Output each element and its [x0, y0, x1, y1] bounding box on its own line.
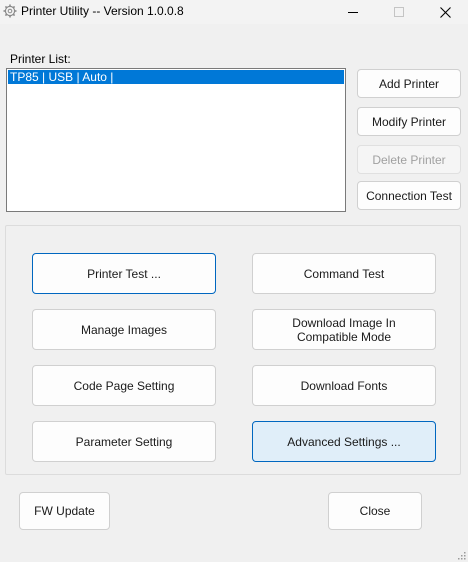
resize-grip-icon[interactable] [456, 550, 466, 560]
manage-images-button[interactable]: Manage Images [32, 309, 216, 350]
title-bar: Printer Utility -- Version 1.0.0.8 [0, 0, 468, 24]
command-test-button[interactable]: Command Test [252, 253, 436, 294]
fw-update-button[interactable]: FW Update [19, 492, 110, 530]
printer-list-item[interactable]: TP85 | USB | Auto | [8, 70, 344, 84]
download-fonts-button[interactable]: Download Fonts [252, 365, 436, 406]
advanced-settings-button[interactable]: Advanced Settings ... [252, 421, 436, 462]
download-image-compatible-button[interactable]: Download Image In Compatible Mode [252, 309, 436, 350]
parameter-setting-button[interactable]: Parameter Setting [32, 421, 216, 462]
minimize-icon [348, 12, 358, 13]
printer-listbox[interactable]: TP85 | USB | Auto | [6, 68, 346, 212]
printer-list-label: Printer List: [10, 52, 71, 66]
printer-test-button[interactable]: Printer Test ... [32, 253, 216, 294]
close-icon [439, 6, 451, 18]
add-printer-button[interactable]: Add Printer [357, 69, 461, 98]
window-title: Printer Utility -- Version 1.0.0.8 [21, 4, 184, 18]
minimize-button[interactable] [330, 0, 376, 24]
close-window-button[interactable] [422, 0, 468, 24]
code-page-setting-button[interactable]: Code Page Setting [32, 365, 216, 406]
connection-test-button[interactable]: Connection Test [357, 181, 461, 210]
maximize-button[interactable] [376, 0, 422, 24]
close-button[interactable]: Close [328, 492, 422, 530]
delete-printer-button[interactable]: Delete Printer [357, 145, 461, 174]
maximize-icon [394, 7, 404, 17]
gear-icon [3, 4, 17, 18]
modify-printer-button[interactable]: Modify Printer [357, 107, 461, 136]
